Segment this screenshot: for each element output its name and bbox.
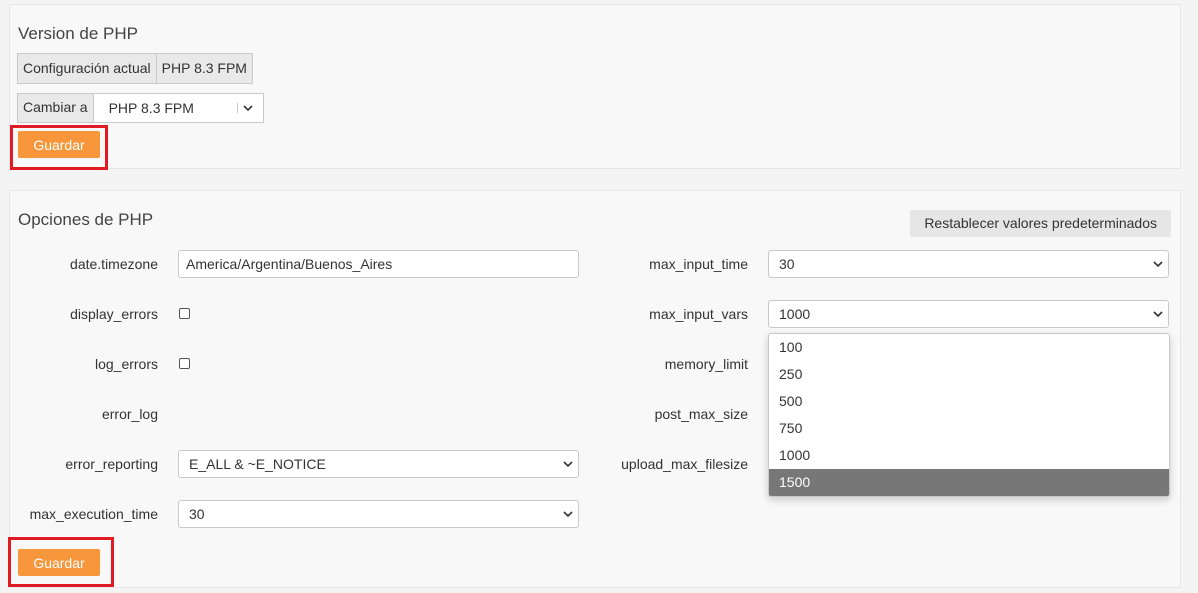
dropdown-option-highlighted[interactable]: 1500 — [769, 469, 1169, 496]
display-errors-label: display_errors — [70, 306, 158, 322]
reset-defaults-button[interactable]: Restablecer valores predeterminados — [910, 210, 1171, 237]
max-input-time-value: 30 — [779, 256, 795, 272]
error-reporting-label: error_reporting — [65, 456, 158, 472]
chevron-down-icon — [1153, 259, 1163, 269]
chevron-down-icon — [1153, 309, 1163, 319]
dropdown-option[interactable]: 500 — [769, 388, 1169, 415]
php-version-title: Version de PHP — [18, 24, 139, 43]
save-version-button[interactable]: Guardar — [18, 131, 100, 158]
error-reporting-value: E_ALL & ~E_NOTICE — [189, 456, 326, 472]
php-version-panel: Version de PHP Configuración actual PHP … — [9, 4, 1181, 169]
chevron-down-icon — [237, 103, 258, 113]
post-max-size-label: post_max_size — [654, 406, 748, 422]
change-version-label: Cambiar a — [23, 99, 88, 115]
dropdown-option[interactable]: 1000 — [769, 442, 1169, 469]
max-input-vars-value: 1000 — [779, 306, 811, 322]
max-execution-time-value: 30 — [189, 506, 205, 522]
chevron-down-icon — [563, 459, 573, 469]
max-execution-time-label: max_execution_time — [29, 506, 158, 522]
change-version-group: Cambiar a PHP 8.3 FPM — [17, 93, 264, 123]
error-reporting-select[interactable]: E_ALL & ~E_NOTICE — [178, 450, 579, 478]
date-timezone-label: date.timezone — [70, 256, 158, 272]
current-config-label: Configuración actual — [23, 60, 151, 76]
upload-max-filesize-label: upload_max_filesize — [621, 456, 748, 472]
max-input-vars-dropdown: 100 250 500 750 1000 1500 — [768, 333, 1170, 497]
dropdown-option[interactable]: 100 — [769, 334, 1169, 361]
chevron-down-icon — [563, 509, 573, 519]
log-errors-checkbox[interactable] — [179, 358, 190, 369]
max-input-time-label: max_input_time — [649, 256, 748, 272]
date-timezone-input[interactable]: America/Argentina/Buenos_Aires — [178, 250, 579, 278]
max-input-vars-select[interactable]: 1000 — [768, 300, 1169, 328]
memory-limit-label: memory_limit — [664, 356, 748, 372]
php-options-title: Opciones de PHP — [18, 210, 154, 229]
dropdown-option[interactable]: 750 — [769, 415, 1169, 442]
change-version-select[interactable]: PHP 8.3 FPM — [92, 94, 263, 122]
display-errors-checkbox[interactable] — [179, 308, 190, 319]
current-config-value: PHP 8.3 FPM — [155, 54, 252, 83]
max-input-time-select[interactable]: 30 — [768, 250, 1169, 278]
max-input-vars-label: max_input_vars — [649, 306, 748, 322]
max-execution-time-select[interactable]: 30 — [178, 500, 579, 528]
error-log-label: error_log — [101, 406, 158, 422]
current-config-group: Configuración actual PHP 8.3 FPM — [17, 53, 253, 84]
save-options-button[interactable]: Guardar — [18, 549, 100, 576]
dropdown-option[interactable]: 250 — [769, 361, 1169, 388]
log-errors-label: log_errors — [94, 356, 158, 372]
